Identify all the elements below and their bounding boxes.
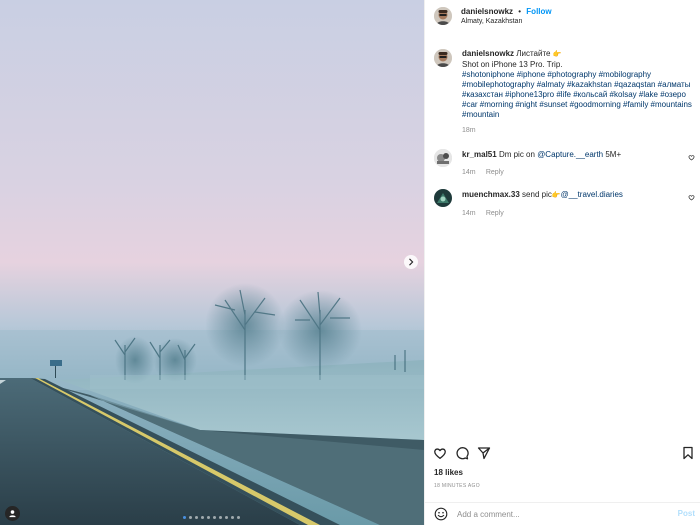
add-comment-bar: Post [425, 502, 700, 525]
carousel-dot [207, 516, 210, 519]
commenter-avatar[interactable] [434, 189, 452, 207]
foggy-road-photo [0, 0, 424, 525]
caption-author-avatar[interactable] [434, 49, 452, 67]
pointing-emoji: 👉 [552, 51, 562, 58]
comment-username[interactable]: kr_mal51 [462, 150, 497, 159]
post-location[interactable]: Almaty, Kazakhstan [461, 18, 522, 25]
pointing-emoji: 👉 [551, 192, 561, 199]
comment-like-heart-icon[interactable] [688, 154, 695, 161]
comment-username[interactable]: muenchmax.33 [462, 190, 520, 199]
caption-hashtags[interactable]: #shotoniphone #iphone #photography #mobi… [462, 70, 694, 120]
avatar-photo [434, 49, 452, 67]
paper-plane-icon[interactable] [477, 446, 491, 460]
caption-line-2: Shot on iPhone 13 Pro. Trip. [462, 60, 563, 69]
smiley-icon[interactable] [434, 507, 448, 521]
post-caption: danielsnowkz Листайте 👉 Shot on iPhone 1… [462, 49, 694, 136]
comment-item: kr_mal51 Dm pic on @Capture.__earth 5M+ … [462, 150, 692, 178]
chevron-right-icon [409, 258, 414, 266]
reply-button[interactable]: Reply [486, 210, 504, 217]
comment-text-tail: 5M+ [605, 150, 622, 159]
post-details-panel: danielsnowkz • Follow Almaty, Kazakhstan… [424, 0, 700, 525]
avatar-photo [434, 7, 452, 25]
tagged-users-button[interactable] [5, 506, 20, 521]
post-timestamp: 18 MINUTES AGO [434, 483, 480, 489]
comment-icon[interactable] [455, 446, 469, 460]
comment-time: 14m [462, 169, 476, 176]
carousel-indicator [183, 516, 240, 519]
next-image-button[interactable] [404, 255, 418, 269]
carousel-dot [201, 516, 204, 519]
user-tag-icon [9, 510, 16, 518]
comment-item: muenchmax.33 send pic👉@__travel.diaries … [462, 190, 692, 219]
avatar-photo [434, 189, 452, 207]
carousel-dot [237, 516, 240, 519]
bookmark-icon[interactable] [681, 446, 695, 460]
comment-mention[interactable]: @__travel.diaries [561, 190, 623, 199]
comment-input[interactable] [457, 508, 657, 521]
post-comment-button[interactable]: Post [678, 509, 695, 518]
carousel-dot [219, 516, 222, 519]
follow-button[interactable]: Follow [526, 7, 551, 16]
commenter-avatar[interactable] [434, 149, 452, 167]
carousel-dot [183, 516, 186, 519]
post-header: danielsnowkz • Follow Almaty, Kazakhstan [425, 0, 700, 34]
comment-like-heart-icon[interactable] [688, 194, 695, 201]
caption-username[interactable]: danielsnowkz [462, 49, 514, 58]
post-image[interactable] [0, 0, 424, 525]
comment-mention[interactable]: @Capture.__earth [537, 150, 603, 159]
avatar-photo [434, 149, 452, 167]
caption-time: 18m [462, 127, 476, 134]
carousel-dot [225, 516, 228, 519]
comment-text: send pic [522, 190, 552, 199]
comment-text: Dm pic on [498, 150, 535, 159]
carousel-dot [195, 516, 198, 519]
action-bar [433, 446, 695, 460]
author-avatar[interactable] [434, 7, 452, 25]
carousel-dot [213, 516, 216, 519]
likes-count[interactable]: 18 likes [434, 468, 463, 477]
caption-text: Листайте [516, 49, 551, 58]
author-username[interactable]: danielsnowkz [461, 7, 513, 16]
heart-icon[interactable] [433, 446, 447, 460]
carousel-dot [189, 516, 192, 519]
comment-time: 14m [462, 210, 476, 217]
reply-button[interactable]: Reply [486, 169, 504, 176]
separator-dot: • [518, 7, 522, 16]
carousel-dot [231, 516, 234, 519]
